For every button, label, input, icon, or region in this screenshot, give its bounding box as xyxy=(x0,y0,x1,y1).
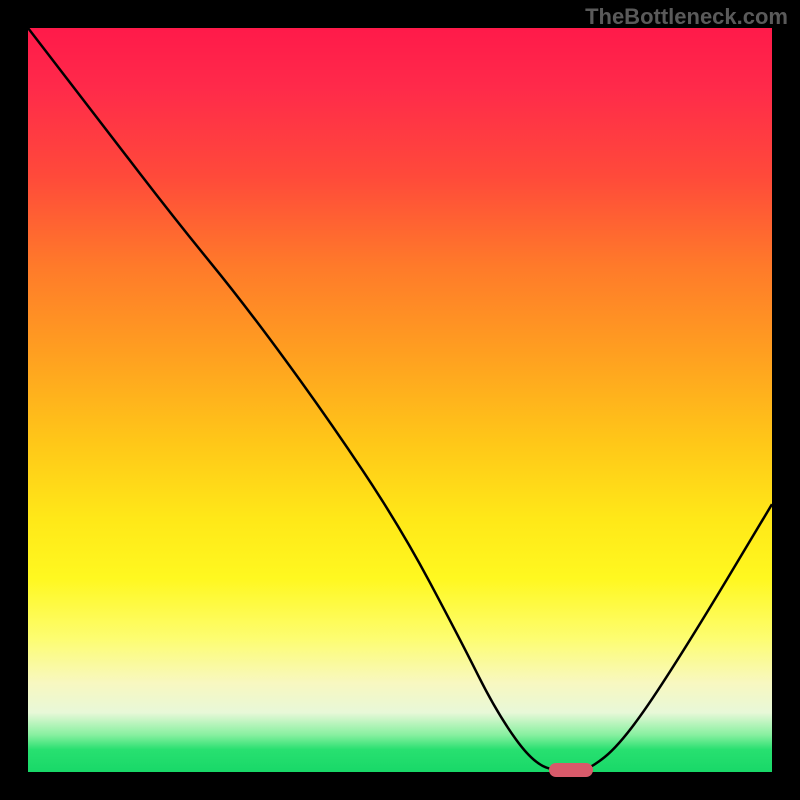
watermark-text: TheBottleneck.com xyxy=(585,4,788,30)
plot-area xyxy=(28,28,772,772)
bottleneck-curve xyxy=(28,28,772,772)
chart-container: TheBottleneck.com xyxy=(0,0,800,800)
optimal-marker xyxy=(549,763,594,777)
